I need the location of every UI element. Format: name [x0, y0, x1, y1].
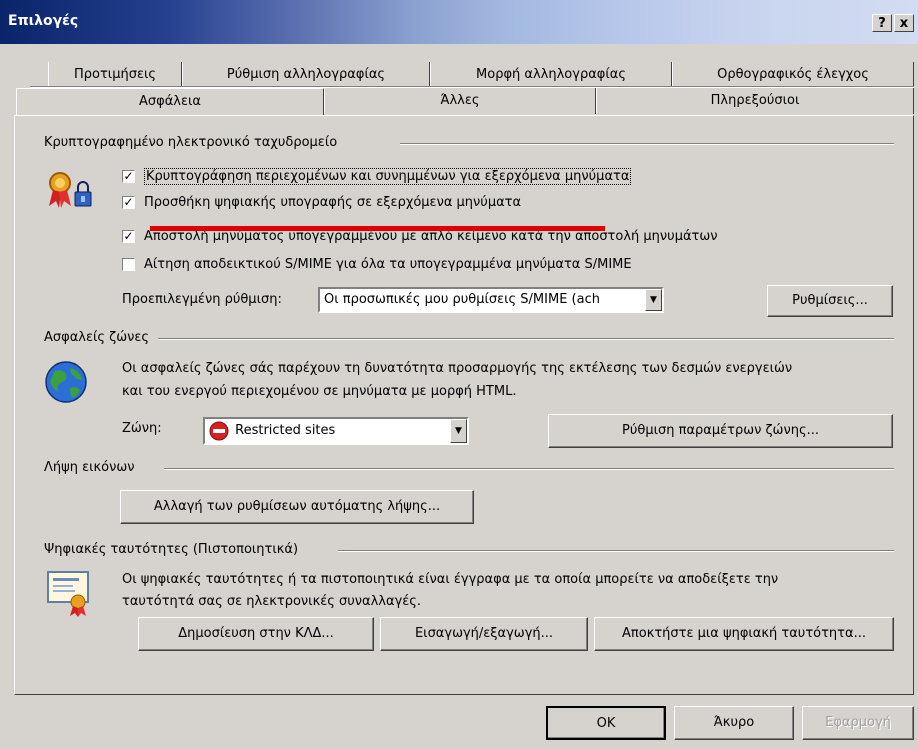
- options-dialog: Επιλογές ? x Προτιμήσεις Ρύθμιση αλληλογ…: [0, 0, 918, 749]
- help-button[interactable]: ?: [872, 14, 892, 32]
- default-setting-label: Προεπιλεγμένη ρύθμιση:: [122, 292, 282, 307]
- secure-zones-group-line: [158, 338, 894, 340]
- send-clear-text-checkbox[interactable]: ✓: [122, 230, 135, 243]
- ok-button[interactable]: OK: [546, 706, 666, 740]
- cancel-button[interactable]: Άκυρο: [674, 706, 794, 740]
- title-bar[interactable]: Επιλογές ? x: [0, 0, 918, 44]
- digital-ids-desc-line2: ταυτότητά σας σε ηλεκτρονικές συναλλαγές…: [122, 594, 422, 609]
- tab-preferences[interactable]: Προτιμήσεις: [48, 62, 182, 88]
- globe-icon: [44, 360, 88, 404]
- import-export-button[interactable]: Εισαγωγή/εξαγωγή...: [380, 617, 588, 651]
- change-auto-download-button[interactable]: Αλλαγή των ρυθμίσεων αυτόματης λήψης...: [120, 490, 474, 524]
- annotation-red-line: [150, 226, 605, 231]
- request-receipt-label: Αίτηση αποδεικτικού S/MIME για όλα τα υπ…: [144, 257, 632, 272]
- default-setting-value: Οι προσωπικές μου ρυθμίσεις S/MIME (ach: [324, 292, 600, 307]
- get-digital-id-button[interactable]: Αποκτήστε μια ψηφιακή ταυτότητα...: [594, 617, 894, 651]
- publish-gal-button[interactable]: Δημοσίευση στην ΚΛΔ...: [138, 617, 374, 651]
- zone-settings-button[interactable]: Ρύθμιση παραμέτρων ζώνης...: [548, 414, 893, 448]
- secure-zones-desc-line1: Οι ασφαλείς ζώνες σάς παρέχουν τη δυνατό…: [122, 361, 793, 376]
- add-signature-option[interactable]: ✓ Προσθήκη ψηφιακής υπογραφής σε εξερχόμ…: [122, 195, 521, 210]
- close-button[interactable]: x: [894, 14, 914, 32]
- send-clear-text-label: Αποστολή μηνύματος υπογεγραμμένου με απλ…: [144, 229, 718, 244]
- digital-ids-group-line: [338, 550, 894, 552]
- secure-zones-desc-line2: και του ενεργού περιεχομένου σε μηνύματα…: [122, 384, 517, 399]
- add-signature-label: Προσθήκη ψηφιακής υπογραφής σε εξερχόμεν…: [144, 195, 522, 210]
- encrypt-contents-label: Κρυπτογράφηση περιεχομένων και συνημμένω…: [144, 168, 632, 185]
- request-receipt-checkbox: [122, 258, 135, 271]
- tab-spelling[interactable]: Ορθογραφικός έλεγχος: [672, 62, 914, 88]
- tab-delegates[interactable]: Πληρεξούσιοι: [596, 88, 914, 114]
- secure-zones-group-title: Ασφαλείς ζώνες: [44, 330, 150, 345]
- send-clear-text-option[interactable]: ✓ Αποστολή μηνύματος υπογεγραμμένου με α…: [122, 229, 718, 244]
- request-receipt-option[interactable]: Αίτηση αποδεικτικού S/MIME για όλα τα υπ…: [122, 257, 632, 272]
- image-download-group-line: [164, 468, 894, 470]
- settings-button[interactable]: Ρυθμίσεις...: [767, 285, 893, 317]
- tab-mail-format[interactable]: Μορφή αλληλογραφίας: [430, 62, 672, 88]
- chevron-down-icon[interactable]: ▼: [450, 419, 467, 443]
- add-signature-checkbox[interactable]: ✓: [122, 196, 135, 209]
- encrypt-contents-option[interactable]: ✓ Κρυπτογράφηση περιεχομένων και συνημμέ…: [122, 168, 632, 185]
- digital-ids-group-title: Ψηφιακές ταυτότητες (Πιστοποιητικά): [44, 542, 299, 557]
- security-ribbon-lock-icon: [44, 170, 100, 212]
- tab-security[interactable]: Ασφάλεια: [16, 88, 324, 116]
- window-title: Επιλογές: [8, 13, 79, 29]
- chevron-down-icon[interactable]: ▼: [645, 289, 662, 311]
- encrypted-mail-group-line: [400, 143, 894, 145]
- tab-mail-setup[interactable]: Ρύθμιση αλληλογραφίας: [182, 62, 430, 88]
- restricted-sites-icon: [209, 421, 231, 441]
- encrypt-contents-checkbox[interactable]: ✓: [122, 170, 135, 183]
- default-setting-select[interactable]: Οι προσωπικές μου ρυθμίσεις S/MIME (ach …: [318, 287, 664, 313]
- zone-value: Restricted sites: [235, 423, 336, 438]
- zone-label: Ζώνη:: [122, 421, 162, 436]
- certificate-icon: [44, 568, 94, 618]
- digital-ids-desc-line1: Οι ψηφιακές ταυτότητες ή τα πιστοποιητικ…: [122, 572, 779, 587]
- apply-button[interactable]: Εφαρμογή: [802, 706, 914, 740]
- tab-other[interactable]: Άλλες: [324, 88, 596, 114]
- encrypted-mail-group-title: Κρυπτογραφημένο ηλεκτρονικό ταχυδρομείο: [44, 135, 338, 150]
- image-download-group-title: Λήψη εικόνων: [44, 460, 135, 475]
- zone-select[interactable]: Restricted sites ▼: [203, 417, 469, 445]
